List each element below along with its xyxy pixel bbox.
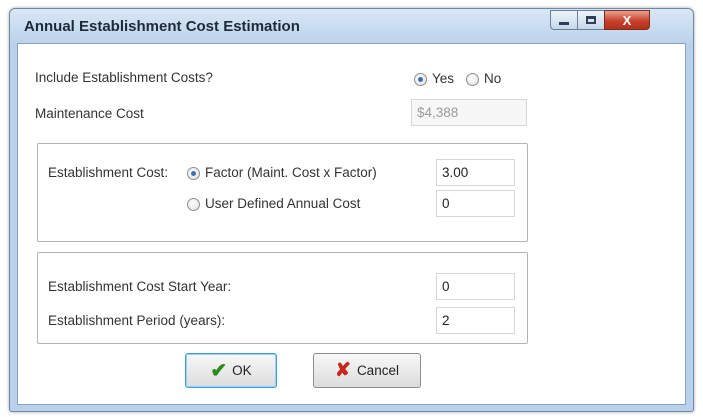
minimize-button[interactable] <box>550 10 578 30</box>
minimize-icon <box>559 21 569 25</box>
maintenance-cost-label: Maintenance Cost <box>35 106 144 121</box>
establishment-period-input[interactable]: 2 <box>436 307 515 334</box>
establishment-timing-group: Establishment Cost Start Year: 0 Establi… <box>37 252 528 344</box>
window-title: Annual Establishment Cost Estimation <box>24 18 300 35</box>
dialog-window: Annual Establishment Cost Estimation X I… <box>9 8 694 412</box>
ok-button[interactable]: ✔ OK <box>185 353 277 388</box>
factor-radio[interactable] <box>187 167 200 180</box>
user-defined-input[interactable]: 0 <box>436 190 515 217</box>
user-defined-label[interactable]: User Defined Annual Cost <box>205 196 360 211</box>
checkmark-icon: ✔ <box>210 359 228 382</box>
close-button[interactable]: X <box>604 10 650 30</box>
close-icon: X <box>622 12 632 28</box>
establishment-period-label: Establishment Period (years): <box>48 313 226 328</box>
factor-label[interactable]: Factor (Maint. Cost x Factor) <box>205 165 377 180</box>
include-no-label[interactable]: No <box>484 71 501 86</box>
establishment-cost-group: Establishment Cost: Factor (Maint. Cost … <box>37 143 528 242</box>
ok-button-label: OK <box>232 363 252 378</box>
x-mark-icon: ✘ <box>335 360 351 381</box>
maximize-button[interactable] <box>577 10 605 30</box>
start-year-label: Establishment Cost Start Year: <box>48 279 232 294</box>
dialog-content: Include Establishment Costs? Yes No Main… <box>17 43 686 405</box>
factor-input[interactable]: 3.00 <box>436 159 515 186</box>
cancel-button-label: Cancel <box>356 363 399 378</box>
include-yes-radio[interactable] <box>414 73 427 86</box>
start-year-input[interactable]: 0 <box>436 273 515 300</box>
establishment-cost-label: Establishment Cost: <box>48 165 169 180</box>
include-costs-label: Include Establishment Costs? <box>35 70 213 85</box>
user-defined-radio[interactable] <box>187 198 200 211</box>
title-bar[interactable]: Annual Establishment Cost Estimation X <box>10 9 693 43</box>
include-no-radio[interactable] <box>466 73 479 86</box>
maximize-icon <box>586 16 596 24</box>
cancel-button[interactable]: ✘ Cancel <box>313 353 421 388</box>
maintenance-cost-field: $4,388 <box>411 99 527 126</box>
include-yes-label[interactable]: Yes <box>432 71 454 86</box>
